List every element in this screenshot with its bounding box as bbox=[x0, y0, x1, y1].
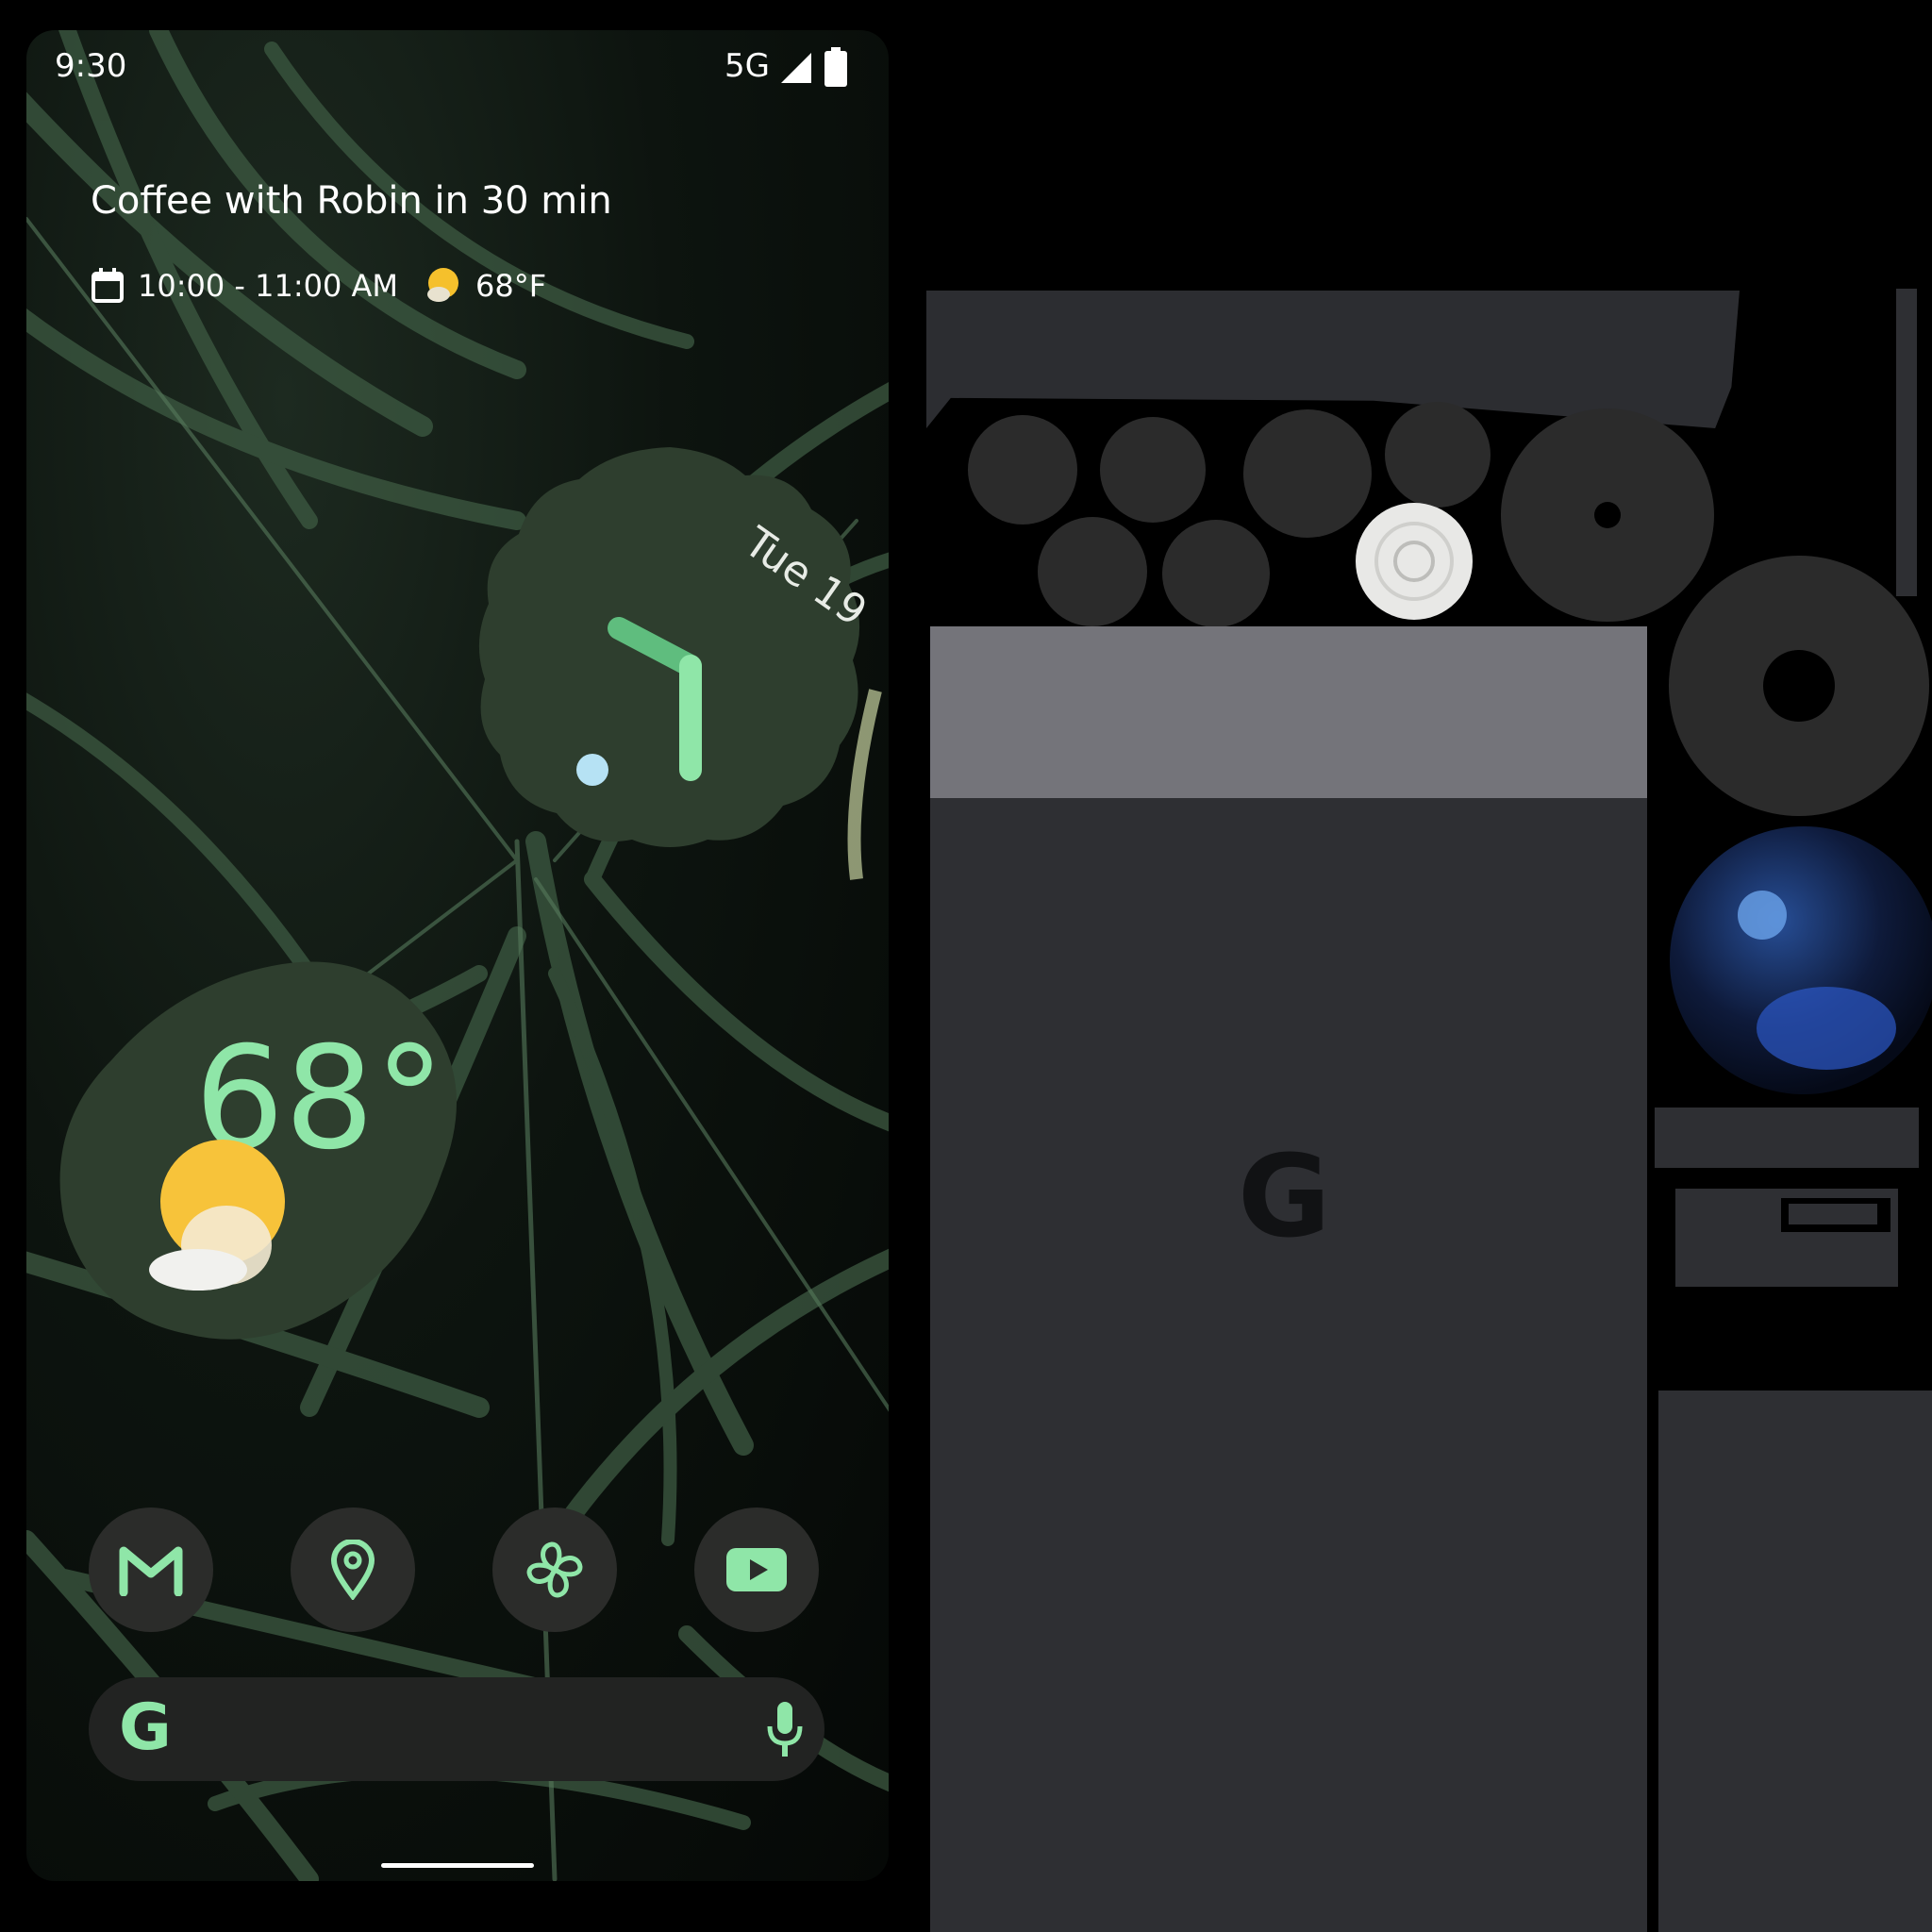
status-time: 9:30 bbox=[55, 47, 127, 85]
side-panel-part bbox=[1658, 1391, 1932, 1932]
clock-widget[interactable]: Tue 19 bbox=[472, 443, 868, 855]
phone-screen: 9:30 5G Coffee with Robin in 30 min 10:0… bbox=[26, 30, 889, 1881]
sun-cloud-icon bbox=[427, 268, 458, 302]
gmail-app-button[interactable] bbox=[89, 1507, 213, 1632]
pinwheel-app-button[interactable] bbox=[492, 1507, 617, 1632]
mic-icon[interactable] bbox=[766, 1700, 804, 1758]
glance-temperature: 68°F bbox=[475, 268, 547, 304]
pinwheel-icon bbox=[526, 1541, 583, 1598]
gmail-icon bbox=[119, 1546, 183, 1596]
glance-time-range: 10:00 - 11:00 AM bbox=[138, 268, 398, 304]
glance-details-row[interactable]: 10:00 - 11:00 AM 68°F bbox=[91, 266, 546, 306]
calendar-icon bbox=[92, 268, 124, 303]
maps-icon bbox=[330, 1540, 375, 1600]
flash-strip-part bbox=[1655, 1108, 1919, 1168]
battery-icon bbox=[824, 47, 847, 87]
youtube-icon bbox=[726, 1548, 787, 1591]
speaker-ring-part bbox=[1669, 556, 1929, 816]
clock-second-dot bbox=[576, 754, 608, 786]
google-search-bar[interactable]: G bbox=[89, 1677, 824, 1781]
back-panel: G bbox=[930, 798, 1647, 1932]
side-rail-texture bbox=[1896, 289, 1917, 596]
label-block-part bbox=[1675, 1189, 1898, 1287]
back-panel-glass bbox=[930, 626, 1647, 800]
maps-app-button[interactable] bbox=[291, 1507, 415, 1632]
back-google-logo: G bbox=[1238, 1132, 1331, 1263]
network-type: 5G bbox=[724, 47, 770, 85]
youtube-app-button[interactable] bbox=[694, 1507, 819, 1632]
home-indicator[interactable] bbox=[381, 1863, 534, 1868]
glance-event-title[interactable]: Coffee with Robin in 30 min bbox=[91, 179, 612, 223]
weather-widget[interactable]: 68° bbox=[55, 938, 479, 1353]
google-g-logo: G bbox=[119, 1690, 172, 1765]
signal-icon bbox=[781, 53, 811, 83]
camera-lens-parts bbox=[968, 402, 1714, 627]
camera-glass-part bbox=[1670, 826, 1932, 1094]
